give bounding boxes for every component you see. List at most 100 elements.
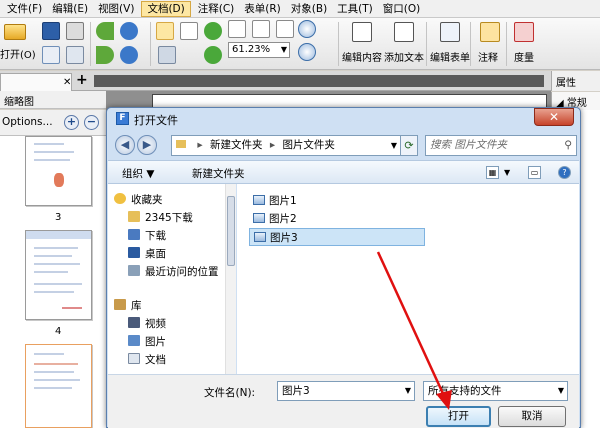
search-input[interactable]: 搜索 图片文件夹 ⚲ [425,135,577,156]
measure-icon[interactable] [514,22,534,42]
edit-form-icon[interactable] [440,22,460,42]
undo-icon[interactable] [120,22,138,40]
nav-pictures[interactable]: 图片 [128,334,166,350]
menu-file[interactable]: 文件(F) [2,0,47,18]
fit-page-icon[interactable] [252,20,270,38]
file-item-selected[interactable]: 图片3 [249,228,425,246]
pictures-icon [128,335,140,346]
breadcrumb-subfolder[interactable]: 图片文件夹 [282,139,335,151]
refresh-icon[interactable]: ⟳ [401,135,418,156]
nav-documents[interactable]: 文档 [128,352,166,368]
zoom-out-icon[interactable] [298,20,316,38]
zoom-out-thumbnails-button[interactable]: − [84,115,99,130]
measure-button[interactable]: 度量 [514,49,534,64]
page-thumbnail[interactable] [25,344,92,428]
preview-pane-icon[interactable]: ▭ [528,166,541,179]
filename-input[interactable]: 图片3 ▼ [277,381,415,401]
chevron-down-icon[interactable]: ▼ [504,168,510,177]
nav-desktop[interactable]: 桌面 [128,246,166,262]
download-folder-icon [128,229,140,240]
edit-form-button[interactable]: 编辑表单 [430,49,470,64]
edit-content-button[interactable]: 编辑内容 [342,49,382,64]
page-thumbnail[interactable] [25,136,92,206]
scrollbar-thumb[interactable] [227,196,235,266]
organize-menu[interactable]: 组织 ▼ [122,166,154,181]
nav-libraries[interactable]: 库 [114,298,142,314]
menu-view[interactable]: 视图(V) [93,0,139,18]
menu-document[interactable]: 文档(D) [141,0,191,17]
tab-bar-fill [94,75,544,87]
view-options-icon[interactable]: ▦ [486,166,499,179]
menu-object[interactable]: 对象(B) [286,0,332,18]
library-icon [114,299,126,310]
select-tool-icon[interactable] [180,22,198,40]
filename-value: 图片3 [282,385,310,397]
toolbar-separator [90,22,91,66]
toolbar-separator [426,22,427,66]
actual-size-icon[interactable] [228,20,246,38]
print-icon[interactable] [66,22,84,40]
hand-tool-icon[interactable] [156,22,174,40]
file-item[interactable]: 图片1 [249,192,301,210]
open-button[interactable]: 打开 [426,406,491,427]
nav-2345-downloads[interactable]: 2345下载 [128,210,193,226]
menu-form[interactable]: 表单(R) [239,0,286,18]
menu-window[interactable]: 窗口(O) [378,0,425,18]
forward-arrow-icon[interactable] [96,46,114,64]
file-type-select[interactable]: 所有支持的文件 ▼ [423,381,568,401]
zoom-in-thumbnails-button[interactable]: + [64,115,79,130]
open-button-label[interactable]: 打开(O) [0,46,36,61]
add-text-button[interactable]: 添加文本 [384,49,424,64]
chevron-down-icon[interactable]: ▼ [558,382,564,400]
cancel-button[interactable]: 取消 [498,406,566,427]
annotate-icon[interactable] [480,22,500,42]
zoom-in-icon[interactable] [298,43,316,61]
address-bar[interactable]: ▸ 新建文件夹 ▸ 图片文件夹 ▼ [171,135,401,156]
rotate-right-icon[interactable] [204,46,222,64]
chevron-down-icon[interactable]: ▼ [405,382,411,400]
search-icon[interactable]: ⚲ [564,136,572,155]
nav-recent-places[interactable]: 最近访问的位置 [128,264,219,280]
add-tab-icon[interactable]: + [76,72,88,88]
nav-videos[interactable]: 视频 [128,316,166,332]
email-icon[interactable] [42,46,60,64]
dialog-titlebar[interactable]: F 打开文件 ✕ [107,108,580,130]
file-name: 图片3 [270,232,298,244]
menu-comment[interactable]: 注释(C) [193,0,240,18]
menu-edit[interactable]: 编辑(E) [47,0,93,18]
document-tab[interactable]: ✕ [0,73,72,91]
annotate-button[interactable]: 注释 [478,49,498,64]
page-thumbnail[interactable] [25,230,92,320]
scan-icon[interactable] [66,46,84,64]
close-button[interactable]: ✕ [534,108,574,126]
document-tabstrip: ✕ + [0,71,600,91]
edit-content-icon[interactable] [352,22,372,42]
add-text-icon[interactable] [394,22,414,42]
menu-tools[interactable]: 工具(T) [332,0,378,18]
thumb-text-line [34,247,78,249]
page-number: 4 [55,326,62,337]
star-icon [114,193,126,204]
open-folder-icon[interactable] [4,24,26,40]
back-icon[interactable]: ◀ [115,135,135,155]
close-icon[interactable]: ✕ [63,77,71,88]
back-arrow-icon[interactable] [96,22,114,40]
fit-width-icon[interactable] [276,20,294,38]
file-item[interactable]: 图片2 [249,210,301,228]
rotate-left-icon[interactable] [204,22,222,40]
app-logo-icon: F [116,112,129,125]
help-icon[interactable]: ? [558,166,571,179]
forward-icon[interactable]: ▶ [137,135,157,155]
nav-scrollbar[interactable] [225,184,236,374]
save-icon[interactable] [42,22,60,40]
options-menu[interactable]: Options... [2,116,53,128]
nav-downloads[interactable]: 下载 [128,228,166,244]
breadcrumb-folder[interactable]: 新建文件夹 [210,139,263,151]
zoom-level-input[interactable]: 61.23% ▼ [228,42,290,58]
snapshot-icon[interactable] [158,46,176,64]
new-folder-button[interactable]: 新建文件夹 [192,166,245,181]
chevron-down-icon[interactable]: ▼ [391,136,397,155]
redo-icon[interactable] [120,46,138,64]
chevron-down-icon[interactable]: ▼ [281,43,287,57]
nav-favorites[interactable]: 收藏夹 [114,192,163,208]
